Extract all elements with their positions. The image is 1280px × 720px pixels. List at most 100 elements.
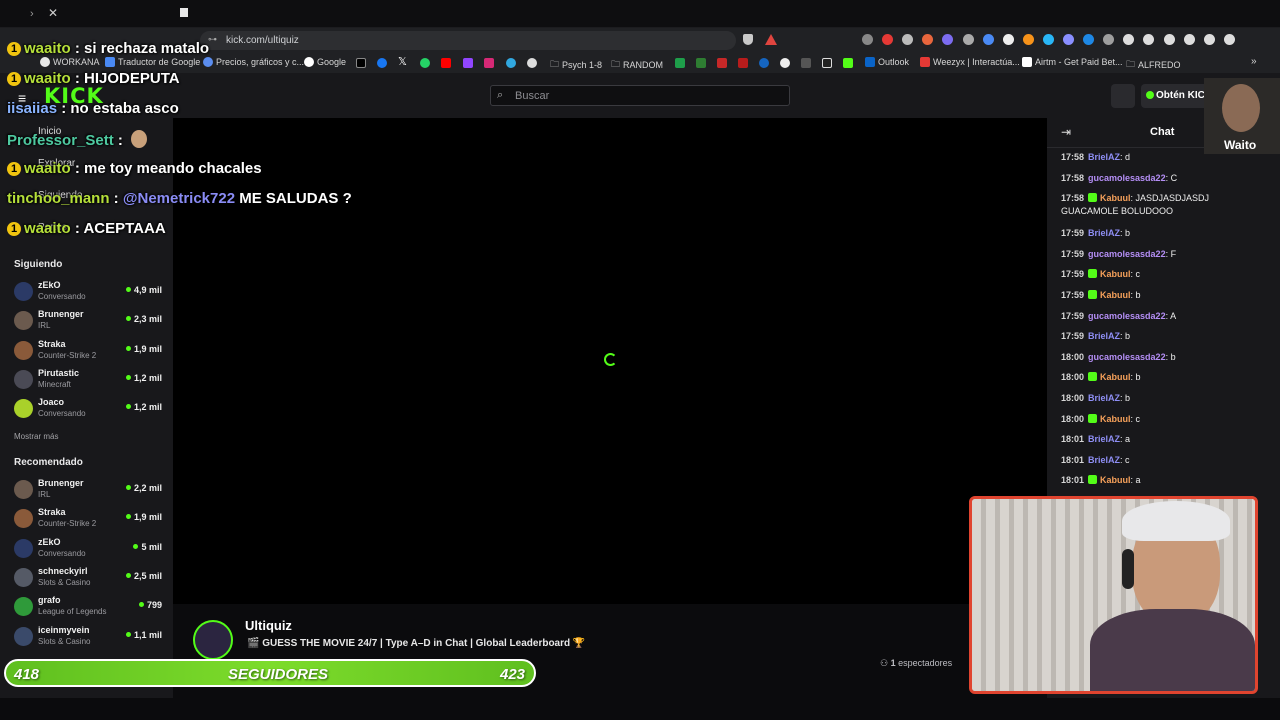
- sidebar-channel[interactable]: Pirutastic Minecraft 1,2 mil: [14, 368, 164, 394]
- chat-username[interactable]: Kabuul: [1100, 475, 1131, 485]
- chat-username[interactable]: BrielAZ: [1088, 331, 1120, 341]
- streamer-avatar[interactable]: [193, 620, 233, 660]
- site-icon[interactable]: [675, 58, 685, 68]
- extension-icon[interactable]: [862, 34, 873, 45]
- channel-category: IRL: [38, 490, 51, 499]
- channel-viewers: 2,2 mil: [126, 483, 162, 493]
- forward-icon[interactable]: ›: [30, 8, 34, 20]
- site-icon[interactable]: [780, 58, 790, 68]
- chat-message: 17:59 gucamolesasda22: A: [1061, 310, 1261, 323]
- extension-icon[interactable]: [1183, 34, 1195, 45]
- chat-username[interactable]: BrielAZ: [1088, 393, 1120, 403]
- chat-username[interactable]: Kabuul: [1100, 414, 1131, 424]
- sidebar-channel[interactable]: zEkO Conversando 4,9 mil: [14, 280, 164, 306]
- sidebar-channel[interactable]: schneckyirl Slots & Casino 2,5 mil: [14, 566, 164, 592]
- bookmark-label: Airtm - Get Paid Bet...: [1035, 57, 1123, 67]
- bookmark-prices[interactable]: Precios, gráficos y c...: [203, 57, 304, 67]
- sidebar-channel[interactable]: Straka Counter-Strike 2 1,9 mil: [14, 339, 164, 365]
- search-input[interactable]: ⌕ Buscar: [490, 85, 790, 106]
- instagram-icon[interactable]: [484, 58, 494, 68]
- subscriber-badge-icon: [1088, 372, 1098, 382]
- overlay-username: waaito: [24, 160, 71, 177]
- chat-message: 18:01 BrielAZ: c: [1061, 454, 1261, 467]
- kick-icon[interactable]: [843, 58, 853, 68]
- chrome-icon: [40, 57, 50, 67]
- get-kick-button[interactable]: Obtén KIC: [1141, 84, 1211, 108]
- extension-icon[interactable]: [1002, 34, 1014, 45]
- twitch-icon[interactable]: [463, 58, 473, 68]
- whatsapp-icon[interactable]: [420, 58, 430, 68]
- extension-icon[interactable]: [1163, 34, 1175, 45]
- site-icon[interactable]: [801, 58, 811, 68]
- site-icon: [1022, 57, 1032, 67]
- extension-icon[interactable]: [982, 34, 994, 45]
- site-icon[interactable]: [822, 58, 832, 68]
- chat-username[interactable]: gucamolesasda22: [1088, 249, 1166, 259]
- person-cap: [1122, 501, 1230, 541]
- facebook-icon[interactable]: [377, 58, 387, 68]
- tiktok-icon[interactable]: [356, 58, 366, 68]
- site-icon[interactable]: [738, 58, 748, 68]
- sidebar-channel[interactable]: Joaco Conversando 1,2 mil: [14, 397, 164, 423]
- chat-username[interactable]: Kabuul: [1100, 372, 1131, 382]
- bookmark-airtm[interactable]: Airtm - Get Paid Bet...: [1022, 57, 1123, 67]
- sidebar-channel[interactable]: Straka Counter-Strike 2 1,9 mil: [14, 507, 164, 533]
- bookmark-outlook[interactable]: Outlook: [865, 57, 909, 67]
- site-icon[interactable]: [527, 58, 537, 68]
- extension-icon[interactable]: [1042, 34, 1054, 45]
- chat-username[interactable]: Kabuul: [1100, 290, 1131, 300]
- channel-name: iceinmyvein: [38, 624, 90, 635]
- bookmark-google[interactable]: Google: [304, 57, 346, 67]
- site-icon[interactable]: [696, 58, 706, 68]
- headphones-icon: [1122, 549, 1134, 589]
- brave-rewards-icon[interactable]: [765, 34, 777, 45]
- stream-title: 🎬 GUESS THE MOVIE 24/7 | Type A–D in Cha…: [247, 638, 586, 649]
- person-hoodie: [1090, 609, 1255, 691]
- sidebar-channel[interactable]: grafo League of Legends 799: [14, 595, 164, 621]
- site-icon[interactable]: [506, 58, 516, 68]
- more-bookmarks-icon[interactable]: »: [1251, 56, 1257, 67]
- close-tab-icon[interactable]: ✕: [48, 6, 58, 20]
- extension-icon[interactable]: [962, 34, 974, 45]
- bookmark-workana[interactable]: WORKANA: [40, 57, 100, 67]
- chat-username[interactable]: gucamolesasda22: [1088, 352, 1166, 362]
- extension-icon[interactable]: [1223, 34, 1235, 45]
- chat-timestamp: 18:01: [1061, 475, 1085, 486]
- bookmark-translator[interactable]: Traductor de Google: [105, 57, 200, 67]
- chat-message: 18:01 BrielAZ: a: [1061, 433, 1261, 446]
- extension-icon[interactable]: [1022, 34, 1034, 45]
- chat-text: : F: [1165, 248, 1177, 259]
- chat-username[interactable]: Kabuul: [1100, 193, 1131, 203]
- sidebar-channel[interactable]: zEkO Conversando 5 mil: [14, 537, 164, 563]
- sidebar-channel[interactable]: Brunenger IRL 2,3 mil: [14, 309, 164, 335]
- chat-username[interactable]: BrielAZ: [1088, 455, 1120, 465]
- x-icon[interactable]: 𝕏: [398, 55, 407, 68]
- bookmark-folder-psych[interactable]: 🗀 Psych 1-8: [550, 57, 602, 73]
- layout-toggle-button[interactable]: [1111, 84, 1135, 108]
- folder-icon: 🗀: [611, 59, 621, 69]
- sidebar-channel[interactable]: Brunenger IRL 2,2 mil: [14, 478, 164, 504]
- extension-icon[interactable]: [1063, 34, 1074, 45]
- bookmark-folder-alfredo[interactable]: 🗀 ALFREDO: [1126, 57, 1181, 73]
- chat-username[interactable]: BrielAZ: [1088, 434, 1120, 444]
- chat-username[interactable]: gucamolesasda22: [1088, 173, 1166, 183]
- chat-username[interactable]: gucamolesasda22: [1088, 311, 1166, 321]
- chat-username[interactable]: Kabuul: [1100, 269, 1131, 279]
- show-more-link[interactable]: Mostrar más: [14, 432, 58, 441]
- bookmark-folder-random[interactable]: 🗀 RANDOM: [611, 57, 663, 73]
- sidebar-channel[interactable]: iceinmyvein Slots & Casino 1,1 mil: [14, 625, 164, 651]
- extension-icon[interactable]: [1203, 34, 1215, 45]
- streamer-name[interactable]: Ultiquiz: [245, 618, 292, 633]
- site-icon[interactable]: [759, 58, 769, 68]
- chat-username[interactable]: BrielAZ: [1088, 152, 1120, 162]
- site-icon[interactable]: [717, 58, 727, 68]
- bookmark-weezyx[interactable]: Weezyx | Interactúa...: [920, 57, 1020, 67]
- url-field[interactable]: ⊶ kick.com/ultiquiz: [200, 31, 736, 50]
- site-info-icon[interactable]: ⊶: [208, 34, 217, 45]
- bookmark-icon[interactable]: [180, 8, 188, 17]
- chat-username[interactable]: BrielAZ: [1088, 228, 1120, 238]
- channel-avatar: [14, 340, 33, 360]
- brave-shield-icon[interactable]: [743, 34, 753, 45]
- collapse-chat-icon[interactable]: ⇥: [1061, 125, 1071, 139]
- youtube-icon[interactable]: [441, 58, 451, 68]
